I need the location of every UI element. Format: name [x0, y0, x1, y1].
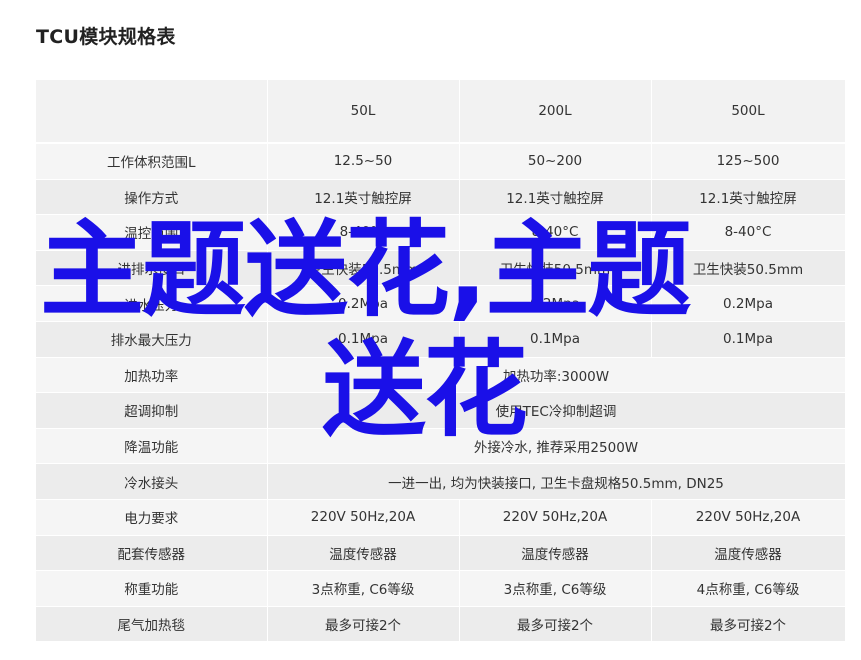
table-cell: 最多可接2个: [459, 606, 652, 643]
table-cell: 220V 50Hz,20A: [651, 499, 846, 536]
row-label: 进水压力: [36, 285, 268, 322]
table-cell: 0.1Mpa: [651, 321, 846, 358]
table-header-row: 50L 200L 500L: [36, 80, 846, 144]
table-cell: 50~200: [459, 143, 652, 180]
row-label: 工作体积范围L: [36, 143, 268, 180]
table-cell: 220V 50Hz,20A: [267, 499, 460, 536]
table-cell: 0.1Mpa: [459, 321, 652, 358]
column-header: 500L: [651, 80, 846, 144]
table-cell: 0.1Mpa: [267, 321, 460, 358]
table-row: 冷水接头 一进一出, 均为快装接口, 卫生卡盘规格50.5mm, DN25: [36, 463, 846, 500]
table-row: 工作体积范围L 12.5~50 50~200 125~500: [36, 143, 846, 180]
table-row: 降温功能 外接冷水, 推荐采用2500W: [36, 428, 846, 465]
page-title: TCU模块规格表: [36, 26, 176, 48]
table-cell: 12.1英寸触控屏: [651, 179, 846, 216]
table-row: 排水最大压力 0.1Mpa 0.1Mpa 0.1Mpa: [36, 321, 846, 358]
table-corner-cell: [36, 80, 268, 144]
table-cell: 0.2Mpa: [459, 285, 652, 322]
table-cell: 3点称重, C6等级: [459, 570, 652, 607]
table-cell: 8-40°C: [651, 214, 846, 251]
table-cell: 3点称重, C6等级: [267, 570, 460, 607]
table-cell: 温度传感器: [267, 535, 460, 572]
table-cell: 8-40°C: [267, 214, 460, 251]
table-row: 温控范围 8-40°C 8-40°C 8-40°C: [36, 214, 846, 251]
table-cell: 卫生快装50.5mm: [651, 250, 846, 287]
table-body: 工作体积范围L 12.5~50 50~200 125~500 操作方式 12.1英寸触控屏…: [36, 143, 846, 643]
table-cell: 温度传感器: [459, 535, 652, 572]
table-cell: 卫生快装50.5mm: [459, 250, 652, 287]
row-label: 降温功能: [36, 428, 268, 465]
merged-cell: 使用TEC冷抑制超调: [267, 392, 846, 429]
table-cell: 最多可接2个: [267, 606, 460, 643]
row-label: 温控范围: [36, 214, 268, 251]
page: TCU模块规格表 50L 200L 500L 工作体积范围L 12.5~50 50~…: [0, 0, 861, 660]
table-cell: 12.5~50: [267, 143, 460, 180]
table-row: 称重功能 3点称重, C6等级 3点称重, C6等级 4点称重, C6等级: [36, 570, 846, 607]
table-cell: 125~500: [651, 143, 846, 180]
table-row: 加热功率 加热功率:3000W: [36, 357, 846, 394]
column-header: 200L: [459, 80, 652, 144]
table-row: 电力要求 220V 50Hz,20A 220V 50Hz,20A 220V 50Hz,…: [36, 499, 846, 536]
row-label: 配套传感器: [36, 535, 268, 572]
table-cell: 最多可接2个: [651, 606, 846, 643]
merged-cell: 加热功率:3000W: [267, 357, 846, 394]
row-label: 超调抑制: [36, 392, 268, 429]
table-row: 超调抑制 使用TEC冷抑制超调: [36, 392, 846, 429]
row-label: 操作方式: [36, 179, 268, 216]
table-cell: 温度传感器: [651, 535, 846, 572]
row-label: 冷水接头: [36, 463, 268, 500]
table-row: 进排水接口 卫生快装50.5mm 卫生快装50.5mm 卫生快装50.5mm: [36, 250, 846, 287]
table-cell: 8-40°C: [459, 214, 652, 251]
table-cell: 220V 50Hz,20A: [459, 499, 652, 536]
table-row: 尾气加热毯 最多可接2个 最多可接2个 最多可接2个: [36, 606, 846, 643]
table-cell: 0.2Mpa: [651, 285, 846, 322]
row-label: 称重功能: [36, 570, 268, 607]
table-cell: 0.2Mpa: [267, 285, 460, 322]
row-label: 排水最大压力: [36, 321, 268, 358]
merged-cell: 外接冷水, 推荐采用2500W: [267, 428, 846, 465]
merged-cell: 一进一出, 均为快装接口, 卫生卡盘规格50.5mm, DN25: [267, 463, 846, 500]
column-header: 50L: [267, 80, 460, 144]
spec-table: 50L 200L 500L 工作体积范围L 12.5~50 50~200 125~50…: [36, 80, 846, 643]
table-cell: 12.1英寸触控屏: [267, 179, 460, 216]
row-label: 尾气加热毯: [36, 606, 268, 643]
table-row: 进水压力 0.2Mpa 0.2Mpa 0.2Mpa: [36, 285, 846, 322]
row-label: 进排水接口: [36, 250, 268, 287]
row-label: 加热功率: [36, 357, 268, 394]
table-cell: 12.1英寸触控屏: [459, 179, 652, 216]
table-cell: 4点称重, C6等级: [651, 570, 846, 607]
table-row: 操作方式 12.1英寸触控屏 12.1英寸触控屏 12.1英寸触控屏: [36, 179, 846, 216]
table-cell: 卫生快装50.5mm: [267, 250, 460, 287]
row-label: 电力要求: [36, 499, 268, 536]
table-row: 配套传感器 温度传感器 温度传感器 温度传感器: [36, 535, 846, 572]
